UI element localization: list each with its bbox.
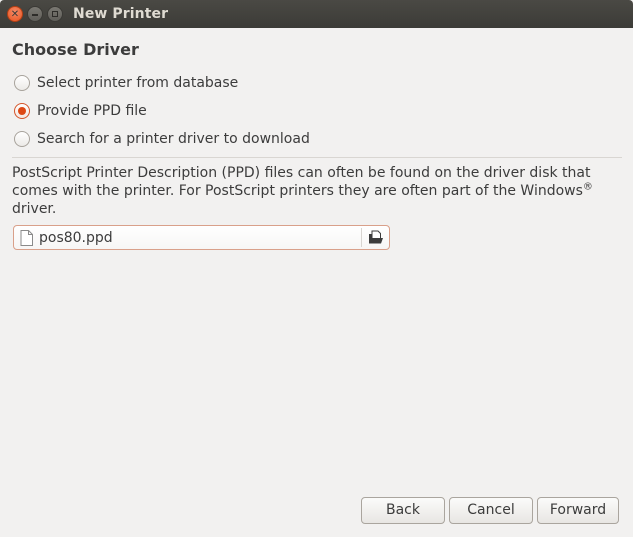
close-icon: ✕	[10, 9, 20, 20]
option-label: Select printer from database	[37, 75, 239, 91]
ppd-description: PostScript Printer Description (PPD) fil…	[12, 164, 612, 218]
close-window-button[interactable]: ✕	[7, 6, 23, 22]
option-label: Provide PPD file	[37, 103, 147, 119]
radio-select-from-database[interactable]	[14, 75, 30, 91]
maximize-window-button[interactable]	[47, 6, 63, 22]
option-provide-ppd-file[interactable]: Provide PPD file	[14, 101, 147, 121]
forward-button[interactable]: Forward	[537, 497, 619, 524]
window-title: New Printer	[73, 6, 169, 22]
description-tail: driver.	[12, 201, 57, 217]
title-bar[interactable]: ✕ New Printer	[0, 0, 633, 28]
document-open-icon	[369, 230, 383, 244]
minimize-icon	[32, 14, 38, 16]
file-chooser-divider	[361, 228, 362, 247]
maximize-icon	[52, 11, 58, 17]
page-title: Choose Driver	[12, 40, 139, 59]
document-icon	[20, 229, 33, 246]
cancel-button[interactable]: Cancel	[449, 497, 533, 524]
radio-search-driver-download[interactable]	[14, 131, 30, 147]
minimize-window-button[interactable]	[27, 6, 43, 22]
new-printer-window: ✕ New Printer Choose Driver Select print…	[0, 0, 633, 537]
option-label: Search for a printer driver to download	[37, 131, 310, 147]
radio-provide-ppd-file[interactable]	[14, 103, 30, 119]
description-text: PostScript Printer Description (PPD) fil…	[12, 165, 591, 199]
option-select-from-database[interactable]: Select printer from database	[14, 73, 238, 93]
selected-file-name: pos80.ppd	[39, 229, 113, 246]
registered-mark: ®	[582, 181, 593, 193]
back-button[interactable]: Back	[361, 497, 445, 524]
option-search-driver-download[interactable]: Search for a printer driver to download	[14, 129, 310, 149]
separator	[12, 157, 622, 158]
ppd-file-chooser[interactable]: pos80.ppd	[13, 225, 390, 250]
